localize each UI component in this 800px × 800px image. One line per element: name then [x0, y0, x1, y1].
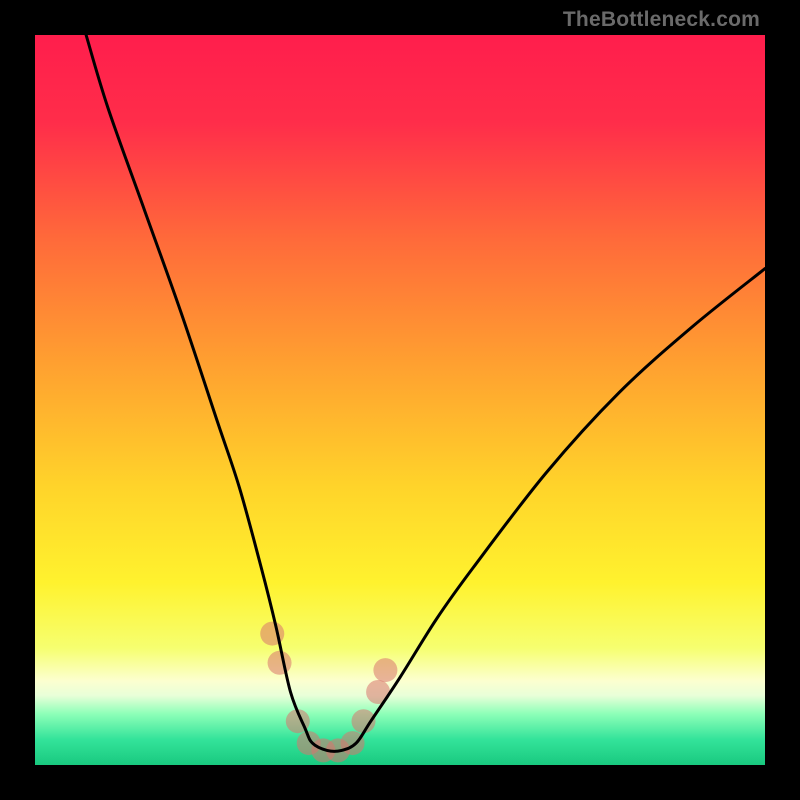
curve-layer: [35, 35, 765, 765]
data-marker: [373, 658, 397, 682]
watermark-text: TheBottleneck.com: [563, 8, 760, 32]
plot-area: [35, 35, 765, 765]
chart-frame: TheBottleneck.com: [0, 0, 800, 800]
data-marker: [268, 651, 292, 675]
bottleneck-curve: [86, 35, 765, 751]
